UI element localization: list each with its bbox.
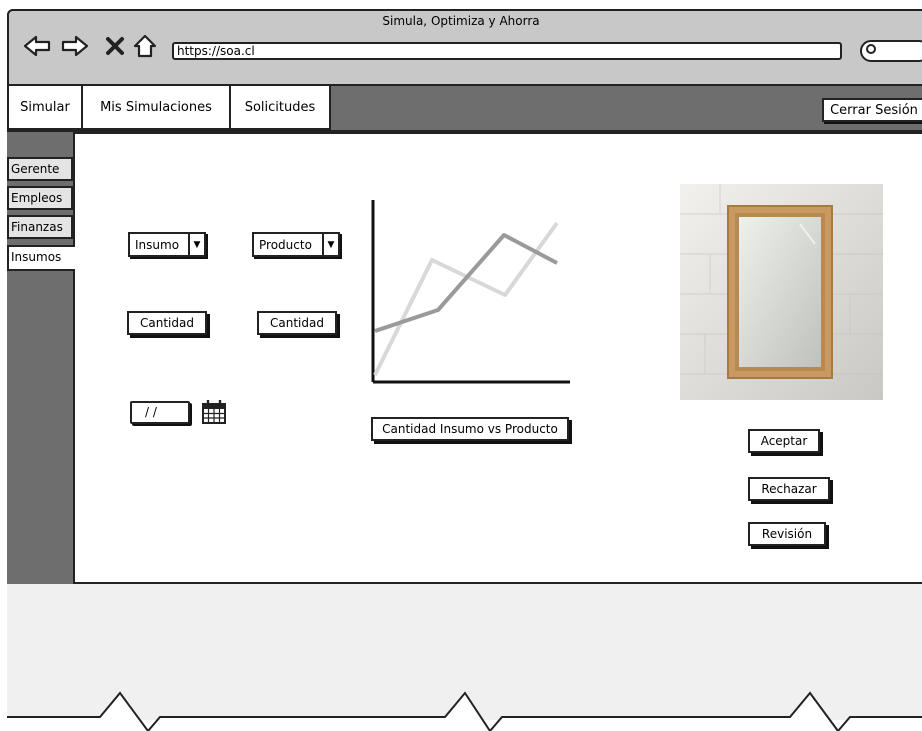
review-button[interactable]: Revisión [748,522,826,546]
chevron-down-icon: ▼ [322,234,338,255]
cantidad-producto-field[interactable]: Cantidad [257,311,337,335]
sidebar-item-insumos[interactable]: Insumos [7,245,75,271]
window-title: Simula, Optimiza y Ahorra [382,14,540,28]
close-icon[interactable] [105,36,125,56]
home-icon[interactable] [132,33,158,59]
logout-button[interactable]: Cerrar Sesión [822,98,922,122]
cantidad-insumo-field[interactable]: Cantidad [127,311,207,335]
left-arrow-icon[interactable] [22,34,52,58]
accept-button[interactable]: Aceptar [748,429,820,453]
product-image [680,184,883,400]
tab-mis-simulaciones[interactable]: Mis Simulaciones [81,84,231,130]
insumo-select[interactable]: Insumo ▼ [128,232,206,257]
insumo-select-label: Insumo [135,237,180,252]
reject-button[interactable]: Rechazar [748,477,830,501]
sidebar-item-empleos[interactable]: Empleos [7,186,73,210]
chevron-down-icon: ▼ [188,234,204,255]
line-chart [371,200,570,384]
date-field[interactable]: / / [130,401,190,424]
sidebar-item-finanzas[interactable]: Finanzas [7,215,73,239]
right-arrow-icon[interactable] [60,34,90,58]
search-icon [866,44,876,54]
chart-series-light [373,221,559,376]
calendar-icon[interactable] [201,399,227,425]
producto-select-label: Producto [259,237,312,252]
mirror-picture [680,184,883,400]
tab-simular[interactable]: Simular [7,84,83,130]
url-bar[interactable]: https://soa.cl [172,42,842,60]
sidebar-item-gerente[interactable]: Gerente [7,157,73,181]
tab-solicitudes[interactable]: Solicitudes [229,84,331,130]
chart-caption: Cantidad Insumo vs Producto [371,417,569,441]
torn-edge [0,691,922,731]
producto-select[interactable]: Producto ▼ [252,232,340,257]
